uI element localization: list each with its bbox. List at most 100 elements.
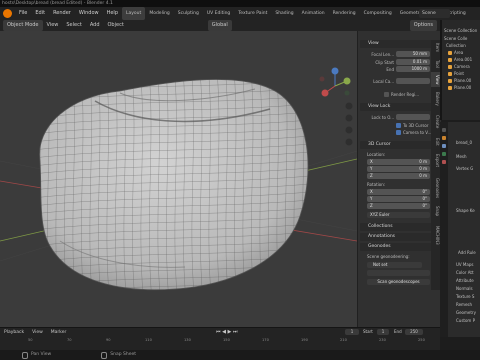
- workspace-tab-layout[interactable]: Layout: [122, 7, 146, 20]
- outliner-item[interactable]: Camera: [454, 64, 470, 69]
- properties-panel-header[interactable]: UV Maps: [456, 262, 473, 267]
- sidebar-tab-machin3[interactable]: MACHIN3: [431, 220, 440, 250]
- pan-hand-icon[interactable]: [345, 114, 353, 122]
- lock-to-3d-cursor-checkbox[interactable]: [396, 123, 401, 128]
- workspace-tab-animation[interactable]: Animation: [298, 7, 329, 20]
- outliner-item[interactable]: Point: [454, 71, 464, 76]
- workspace-tab-texture-paint[interactable]: Texture Paint: [234, 7, 271, 20]
- mesh-icon: [448, 79, 452, 83]
- 3d-cursor-section-header[interactable]: 3D Cursor: [360, 141, 442, 149]
- properties-panel-header[interactable]: Normals: [456, 286, 473, 291]
- annotations-section-header[interactable]: Annotations: [360, 233, 442, 241]
- navigation-gizmo[interactable]: [319, 67, 351, 97]
- material-tab-icon[interactable]: [442, 160, 446, 164]
- lock-to-object-field[interactable]: [396, 114, 430, 120]
- cursor-location-y-field[interactable]: Y0 m: [367, 166, 430, 172]
- camera-view-icon[interactable]: [345, 126, 353, 134]
- properties-panel-header[interactable]: Texture S: [456, 294, 474, 299]
- gizmo-x-axis-icon[interactable]: [321, 89, 329, 97]
- timeline-tick-label: 50: [28, 338, 33, 342]
- properties-panel-header[interactable]: Vertex G: [456, 166, 473, 171]
- workspace-tab-sculpting[interactable]: Sculpting: [174, 7, 203, 20]
- properties-panel-header[interactable]: Color Att: [456, 270, 474, 275]
- workspace-tab-uv-editing[interactable]: UV Editing: [203, 7, 234, 20]
- scene-selector[interactable]: Scene: [419, 9, 450, 18]
- tool-tab-icon[interactable]: [442, 128, 446, 132]
- zoom-icon[interactable]: [345, 102, 353, 110]
- output-tab-icon[interactable]: [442, 144, 446, 148]
- blender-logo-icon[interactable]: [3, 9, 12, 18]
- sidebar-tab-snap[interactable]: Snap: [431, 204, 440, 219]
- clip-start-field[interactable]: 0.01 m: [396, 59, 430, 65]
- outliner-item[interactable]: Area.001: [454, 57, 472, 62]
- add-rule-button[interactable]: Add Rule: [458, 250, 476, 255]
- properties-panel-header[interactable]: Custom P: [456, 318, 475, 323]
- viewport-menu-select[interactable]: Select: [62, 20, 85, 31]
- menu-help[interactable]: Help: [103, 7, 122, 20]
- local-camera-field[interactable]: [396, 78, 430, 84]
- gizmo-y-axis-icon[interactable]: [343, 77, 351, 85]
- render-region-checkbox[interactable]: [384, 92, 389, 97]
- geonodes-scan-button[interactable]: Scan geonodescopes: [367, 279, 430, 285]
- menu-render[interactable]: Render: [49, 7, 75, 20]
- sidebar-tab-create[interactable]: Create: [431, 111, 440, 133]
- geonodes-row-field[interactable]: [367, 270, 430, 276]
- outliner-item[interactable]: Collection: [446, 43, 466, 48]
- perspective-grid-icon[interactable]: [345, 138, 353, 146]
- outliner-item[interactable]: Plane.00: [454, 85, 471, 90]
- properties-panel-header[interactable]: Remesh: [456, 302, 472, 307]
- camera-to-view-checkbox[interactable]: [396, 130, 401, 135]
- view-section-header[interactable]: View: [360, 40, 442, 48]
- sidebar-tab-bakery[interactable]: Bakery: [431, 88, 440, 110]
- focal-length-field[interactable]: 50 mm: [396, 51, 430, 57]
- workspace-tab-shading[interactable]: Shading: [271, 7, 297, 20]
- geonodes-not-set-field[interactable]: Not set: [367, 262, 422, 268]
- mesh-data-tab-icon[interactable]: [442, 152, 446, 156]
- viewport-canvas[interactable]: [0, 31, 357, 327]
- options-dropdown[interactable]: Options: [409, 20, 437, 31]
- workspace-tab-rendering[interactable]: Rendering: [329, 7, 360, 20]
- menu-window[interactable]: Window: [75, 7, 103, 20]
- sidebar-tab-geonodes[interactable]: Geonodes: [431, 173, 440, 203]
- status-bar: Pan View Snap Sheet: [0, 350, 480, 360]
- properties-panel-header[interactable]: Geometry: [456, 310, 476, 315]
- sidebar-tab-export[interactable]: Export: [431, 150, 440, 172]
- clip-end-field[interactable]: 1000 m: [396, 66, 430, 72]
- sidebar-tab-tool[interactable]: Tool: [431, 56, 440, 71]
- object-mode-dropdown[interactable]: Object Mode: [3, 20, 43, 31]
- sidebar-tab-edit[interactable]: Edit: [431, 134, 440, 149]
- properties-panel-header[interactable]: Shape Ke: [456, 208, 475, 213]
- cursor-location-z-field[interactable]: Z0 m: [367, 173, 430, 179]
- object-name-field[interactable]: bread_0: [456, 140, 472, 145]
- viewport-menu-view[interactable]: View: [43, 20, 63, 31]
- workspace-tab-compositing[interactable]: Compositing: [360, 7, 396, 20]
- 3d-viewport[interactable]: [0, 31, 357, 327]
- render-tab-icon[interactable]: [442, 136, 446, 140]
- cursor-rotation-x-field[interactable]: X 0°: [367, 189, 430, 195]
- transform-orientation-dropdown[interactable]: Global: [207, 20, 232, 31]
- viewport-menu-add[interactable]: Add: [86, 20, 104, 31]
- outliner-item[interactable]: Scene Colle: [444, 36, 467, 41]
- sidebar-tab-item[interactable]: Item: [431, 40, 440, 55]
- gizmo-z-axis-icon[interactable]: [331, 67, 339, 75]
- bread-mesh-object[interactable]: [25, 63, 320, 301]
- cursor-location-x-field[interactable]: X0 m: [367, 159, 430, 165]
- camera-to-view-label: Camera to V...: [403, 130, 432, 135]
- outliner-item[interactable]: Plane.00: [454, 78, 471, 83]
- collections-section-header[interactable]: Collections: [360, 223, 442, 231]
- sidebar-tab-view[interactable]: View: [431, 72, 440, 87]
- viewport-nav-buttons: [345, 102, 353, 146]
- view-lock-section-header[interactable]: View Lock: [360, 103, 442, 111]
- properties-item[interactable]: Mesh: [456, 154, 467, 159]
- outliner-item[interactable]: Area: [454, 50, 463, 55]
- workspace-tab-modeling[interactable]: Modeling: [145, 7, 173, 20]
- rotation-mode-dropdown[interactable]: XYZ Euler: [367, 212, 430, 218]
- properties-panel-header[interactable]: Attribute: [456, 278, 474, 283]
- menu-edit[interactable]: Edit: [31, 7, 49, 20]
- viewport-menu-object[interactable]: Object: [104, 20, 128, 31]
- geonodes-section-header[interactable]: Geonodes: [360, 243, 442, 251]
- cursor-rotation-y-field[interactable]: Y 0°: [367, 196, 430, 202]
- timeline-ruler[interactable]: 50 70 90 110 130 150 170 190 210 230 250: [0, 328, 440, 350]
- cursor-rotation-z-field[interactable]: Z 0°: [367, 203, 430, 209]
- menu-file[interactable]: File: [15, 7, 31, 20]
